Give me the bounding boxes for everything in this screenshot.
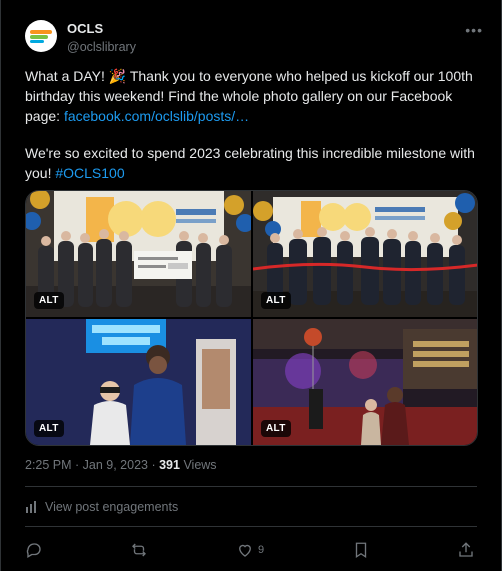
alt-badge[interactable]: ALT <box>261 292 291 309</box>
photo-vr-learning-station[interactable]: ALT <box>26 319 251 445</box>
photo-check-presentation[interactable]: ALT <box>26 191 251 317</box>
reply-icon <box>26 543 41 558</box>
more-icon[interactable]: ••• <box>465 22 483 38</box>
bookmark-icon <box>355 542 366 559</box>
author-handle[interactable]: @oclslibrary <box>67 39 136 55</box>
author-display-name[interactable]: OCLS <box>67 21 136 37</box>
post-meta: 2:25 PM · Jan 9, 2023 · 391 Views <box>25 458 217 472</box>
author-names: OCLS @oclslibrary <box>67 20 136 55</box>
post-text: What a DAY! 🎉 Thank you to everyone who … <box>25 66 485 183</box>
logo-stripe <box>30 30 52 34</box>
action-bar: 9 <box>25 538 475 562</box>
engagements-icon <box>26 501 36 513</box>
views-count: 391 <box>159 458 180 472</box>
reply-button[interactable] <box>25 541 43 559</box>
facebook-link[interactable]: facebook.com/oclslib/posts/… <box>64 108 249 124</box>
share-icon <box>459 542 473 557</box>
divider <box>25 486 477 487</box>
avatar[interactable] <box>25 20 57 52</box>
engagements-label: View post engagements <box>45 500 179 514</box>
logo-stripe <box>30 40 44 43</box>
logo-stripe <box>30 35 48 39</box>
alt-badge[interactable]: ALT <box>261 420 291 437</box>
post-header: OCLS @oclslibrary <box>25 20 485 56</box>
post-paragraph-1: What a DAY! 🎉 Thank you to everyone who … <box>25 66 485 126</box>
alt-badge[interactable]: ALT <box>34 292 64 309</box>
like-button[interactable]: 9 <box>236 541 264 559</box>
hashtag-link[interactable]: #OCLS100 <box>55 165 124 181</box>
repost-button[interactable] <box>130 541 148 559</box>
divider <box>25 526 477 527</box>
view-engagements-button[interactable]: View post engagements <box>25 500 178 514</box>
photo-event-hall[interactable]: ALT <box>253 319 477 445</box>
photo-ribbon-cutting[interactable]: ALT <box>253 191 477 317</box>
views-label: Views <box>179 458 217 472</box>
share-button[interactable] <box>457 541 475 559</box>
bookmark-button[interactable] <box>352 541 370 559</box>
like-icon <box>239 544 251 557</box>
post-timestamp[interactable]: 2:25 PM · Jan 9, 2023 · <box>25 458 159 472</box>
media-grid: ALT ALT ALT ALT <box>25 190 478 446</box>
post-card: OCLS @oclslibrary ••• What a DAY! 🎉 Than… <box>0 0 502 571</box>
post-paragraph-2: We're so excited to spend 2023 celebrati… <box>25 143 485 183</box>
like-count: 9 <box>257 544 265 556</box>
repost-icon <box>132 543 147 557</box>
alt-badge[interactable]: ALT <box>34 420 64 437</box>
